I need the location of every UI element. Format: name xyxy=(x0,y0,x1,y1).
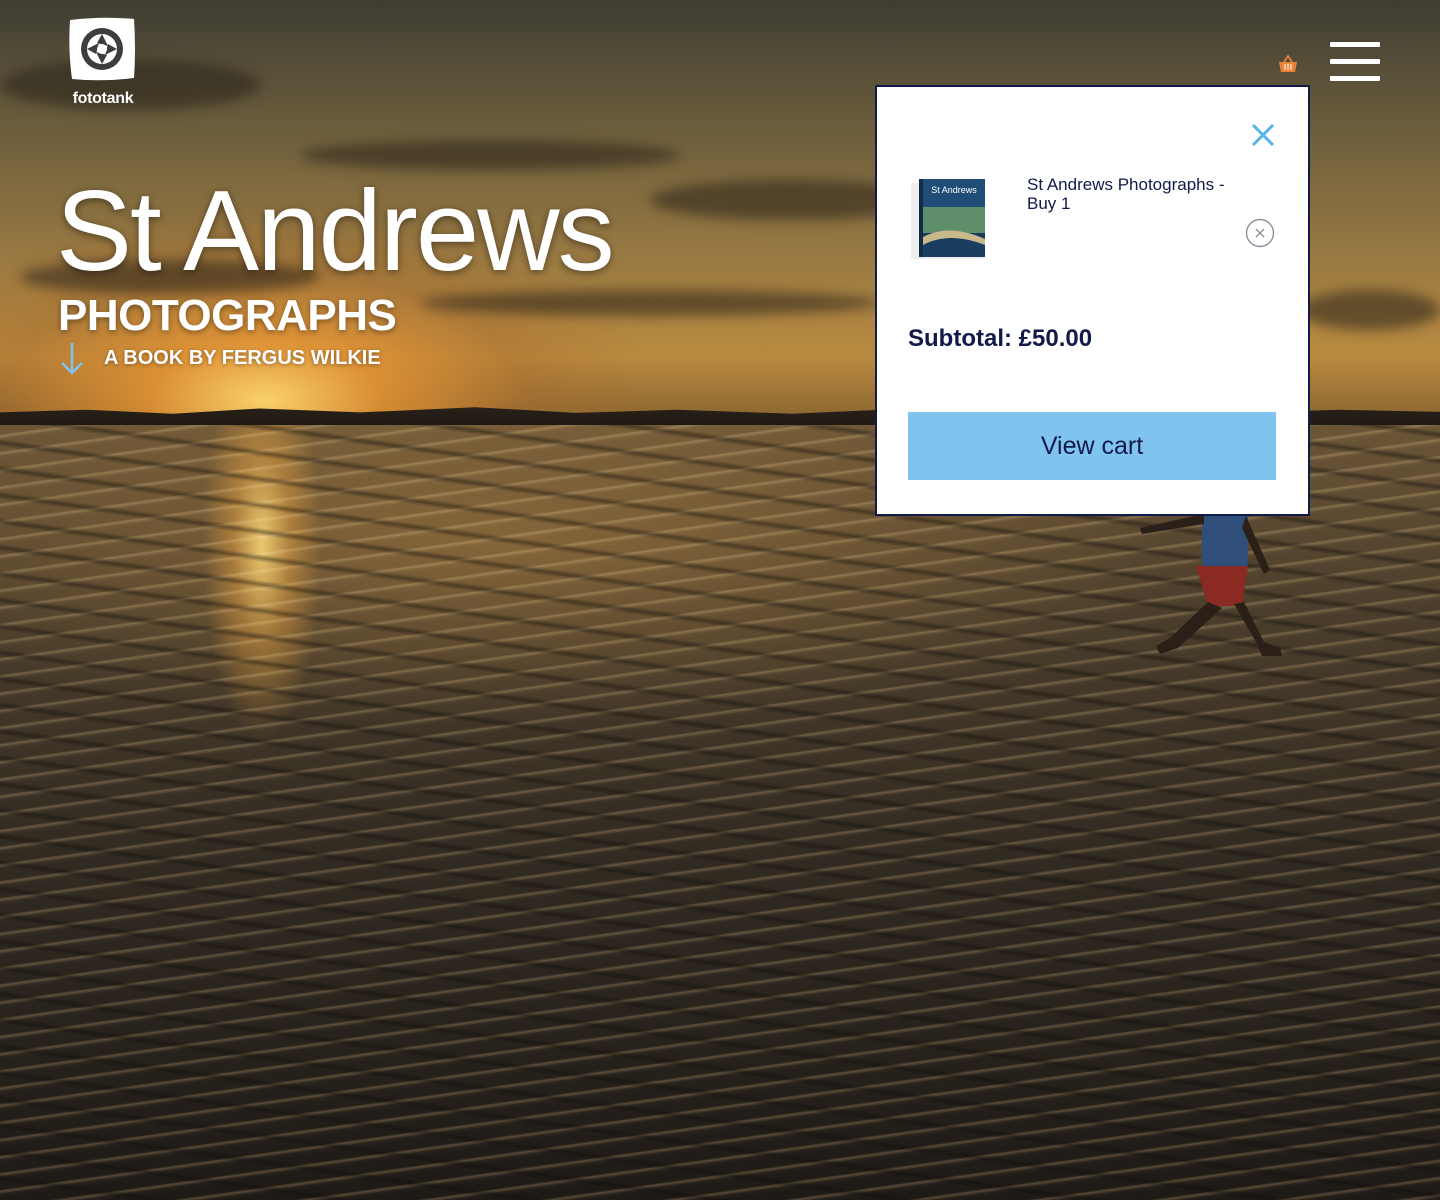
page-subtitle: PHOTOGRAPHS xyxy=(58,291,397,340)
book-byline: A BOOK BY FERGUS WILKIE xyxy=(104,347,381,369)
basket-button[interactable] xyxy=(1276,54,1300,76)
book-cover-image: St Andrews xyxy=(911,179,985,259)
close-icon[interactable] xyxy=(1249,121,1277,149)
basket-icon xyxy=(1279,54,1297,72)
view-cart-button[interactable]: View cart xyxy=(908,412,1276,480)
running-child-silhouette xyxy=(1140,510,1282,656)
hamburger-menu-icon[interactable] xyxy=(1330,42,1380,82)
camera-aperture-icon xyxy=(69,17,135,81)
mini-cart-popup: St Andrews St Andrews Photographs - Buy … xyxy=(875,85,1310,516)
cart-item-thumbnail[interactable]: St Andrews xyxy=(909,179,987,259)
cart-item-name[interactable]: St Andrews Photographs - Buy 1 xyxy=(1027,175,1227,213)
cart-subtotal: Subtotal: £50.00 xyxy=(908,325,1093,352)
remove-circle-icon[interactable] xyxy=(1245,218,1275,248)
page-title: St Andrews xyxy=(56,168,615,295)
book-cover-title: St Andrews xyxy=(931,185,977,195)
brand-name: fototank xyxy=(72,90,134,107)
arrow-down-icon[interactable] xyxy=(60,342,84,376)
fototank-logo[interactable]: fototank xyxy=(62,14,144,110)
